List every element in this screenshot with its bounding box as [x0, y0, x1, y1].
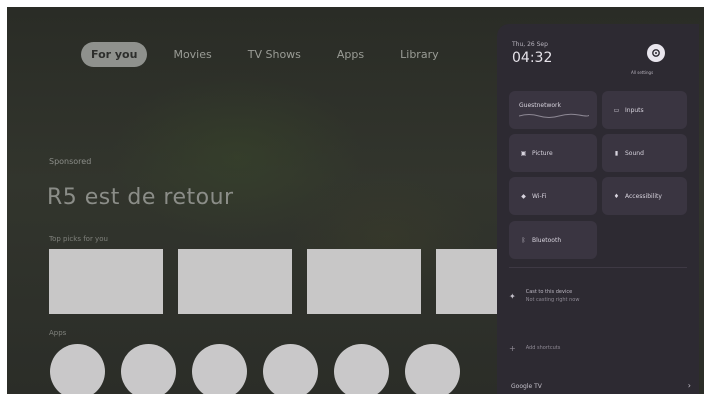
- panel-divider: [509, 267, 687, 268]
- row-label-apps: Apps: [49, 329, 67, 337]
- app-icon[interactable]: [121, 344, 176, 394]
- accessibility-icon: ♦: [613, 192, 620, 200]
- panel-footer: Google TV: [511, 383, 542, 390]
- add-shortcuts-row[interactable]: + Add shortcuts: [509, 334, 687, 362]
- app-icon[interactable]: [263, 344, 318, 394]
- chevron-right-icon[interactable]: ›: [688, 381, 691, 390]
- tab-library[interactable]: Library: [390, 42, 448, 67]
- hero-title: R5 est de retour: [47, 185, 234, 210]
- cast-icon: ✦: [509, 291, 516, 301]
- add-shortcuts-label: Add shortcuts: [525, 345, 561, 351]
- content-card[interactable]: [178, 249, 292, 314]
- app-icon[interactable]: [405, 344, 460, 394]
- wifi-tile[interactable]: ◆ Wi-Fi: [509, 177, 597, 215]
- wifi-icon: ◆: [521, 192, 526, 200]
- top-nav: For you Movies TV Shows Apps Library: [81, 40, 449, 68]
- picture-tile[interactable]: ▣ Picture: [509, 134, 597, 172]
- card-row: [49, 249, 550, 314]
- bluetooth-icon: ᛒ: [521, 236, 526, 244]
- row-label-top-picks: Top picks for you: [49, 235, 108, 243]
- bluetooth-label: Bluetooth: [532, 236, 562, 244]
- cast-title: Cast to this device: [525, 289, 573, 295]
- app-icon[interactable]: [50, 344, 105, 394]
- tv-screen: For you Movies TV Shows Apps Library Spo…: [7, 7, 704, 394]
- network-label: Guestnetwork: [519, 102, 561, 109]
- accessibility-tile[interactable]: ♦ Accessibility: [602, 177, 687, 215]
- cast-row[interactable]: ✦ Cast to this device Not casting right …: [509, 279, 687, 313]
- picture-label: Picture: [532, 149, 553, 157]
- app-row: [50, 344, 460, 394]
- settings-button[interactable]: [647, 44, 665, 62]
- inputs-tile[interactable]: ▭ Inputs: [602, 91, 687, 129]
- network-tile[interactable]: Guestnetwork: [509, 91, 597, 129]
- signal-wave-icon: [519, 113, 589, 118]
- cast-subtitle: Not casting right now: [525, 297, 580, 303]
- plus-icon: +: [509, 343, 516, 353]
- accessibility-label: Accessibility: [625, 192, 662, 200]
- input-icon: ▭: [613, 106, 620, 114]
- panel-time: 04:32: [512, 50, 553, 66]
- all-settings-label: All settings: [631, 70, 654, 75]
- content-card[interactable]: [307, 249, 421, 314]
- picture-icon: ▣: [520, 149, 527, 157]
- hero-eyebrow: Sponsored: [49, 157, 92, 166]
- sound-label: Sound: [625, 149, 644, 157]
- tab-apps[interactable]: Apps: [327, 42, 374, 67]
- inputs-label: Inputs: [625, 106, 644, 114]
- gear-icon: [652, 49, 660, 57]
- wifi-label: Wi-Fi: [532, 192, 547, 200]
- tab-tv-shows[interactable]: TV Shows: [238, 42, 311, 67]
- app-icon[interactable]: [334, 344, 389, 394]
- panel-date: Thu, 26 Sep: [512, 41, 548, 48]
- speaker-icon: ▮: [614, 149, 619, 157]
- bluetooth-tile[interactable]: ᛒ Bluetooth: [509, 221, 597, 259]
- content-card[interactable]: [49, 249, 163, 314]
- quick-settings-panel: Thu, 26 Sep 04:32 All settings Guestnetw…: [497, 24, 699, 394]
- tab-for-you[interactable]: For you: [81, 41, 148, 67]
- app-icon[interactable]: [192, 344, 247, 394]
- sound-tile[interactable]: ▮ Sound: [602, 134, 687, 172]
- tab-movies[interactable]: Movies: [163, 42, 221, 67]
